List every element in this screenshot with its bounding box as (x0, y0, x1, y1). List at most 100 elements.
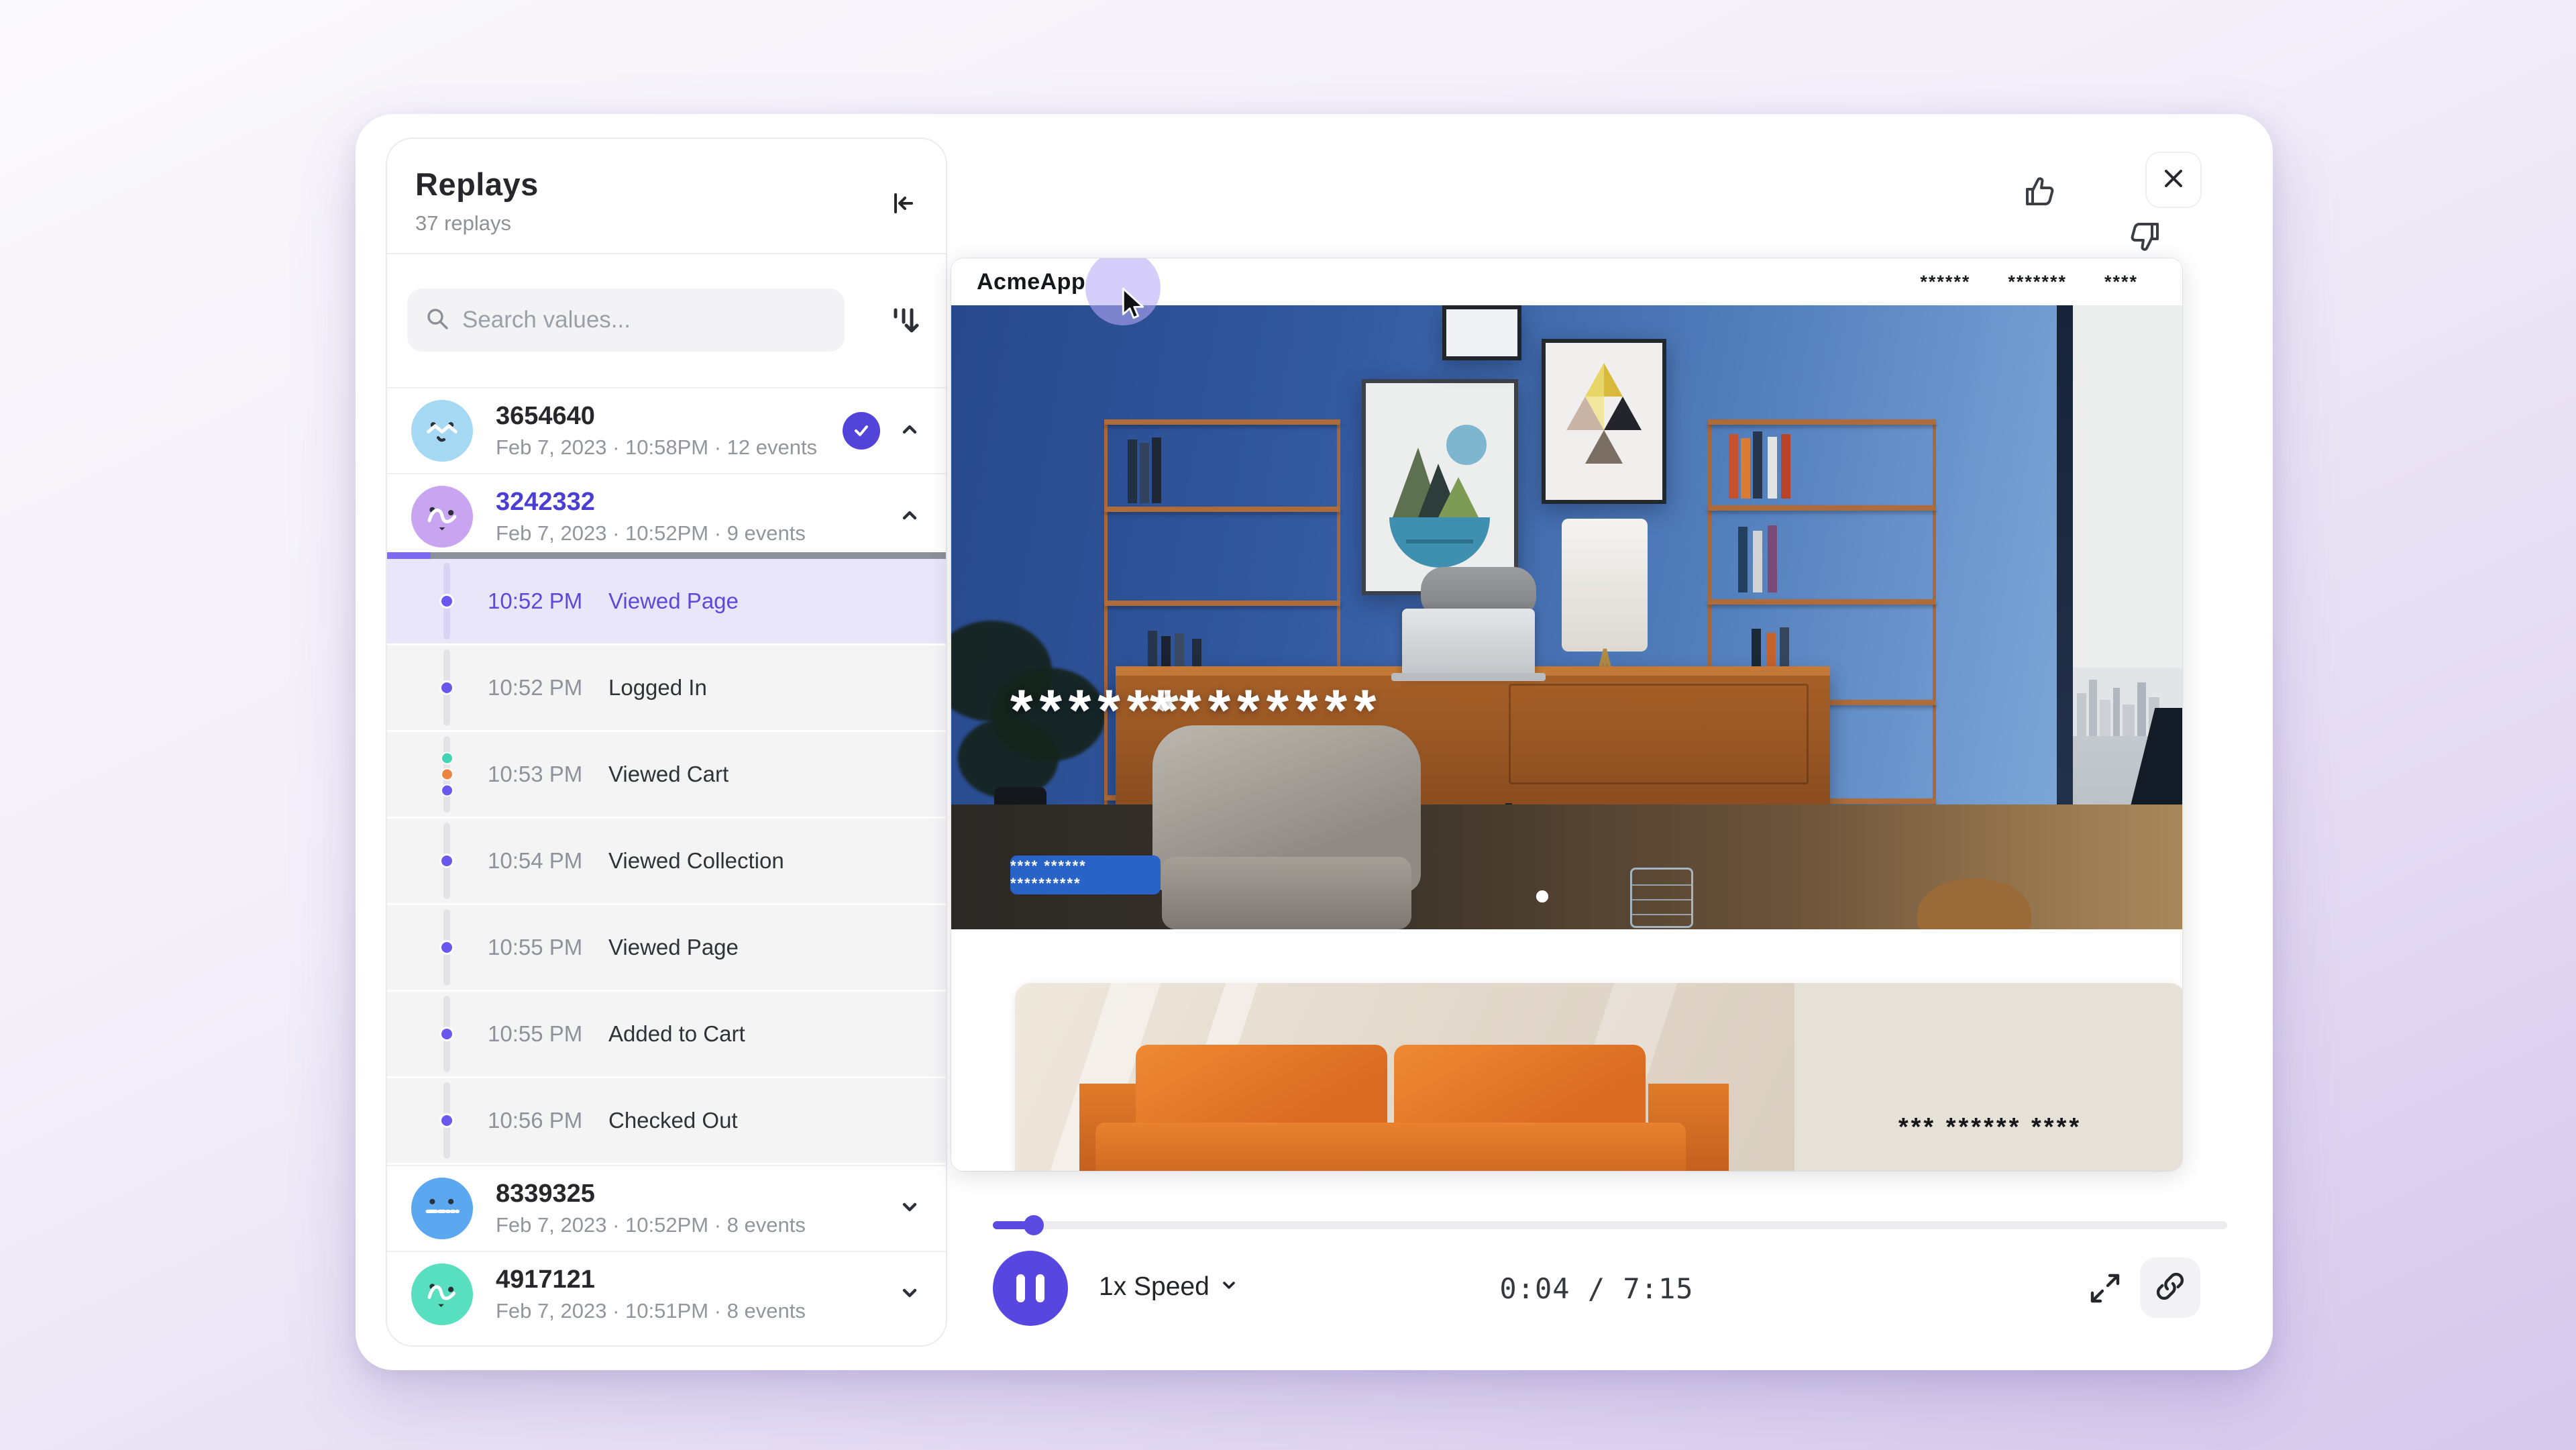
replayed-page-nav: ****** ******* **** (1920, 272, 2138, 293)
hero-masked-line2: **** **** (1010, 673, 1267, 748)
thumbs-up-icon (2021, 203, 2062, 215)
event-label: Viewed Page (608, 935, 739, 960)
replayed-page-viewport: AcmeApp ****** ******* **** (951, 258, 2182, 1171)
chevron-down-icon[interactable] (898, 1195, 922, 1223)
event-time: 10:52 PM (488, 675, 582, 701)
session-meta: Feb 7, 2023 · 10:52PM · 9 events (496, 521, 898, 546)
laptop (1402, 609, 1535, 676)
session-id-active: 3242332 (496, 488, 898, 517)
event-dot (439, 940, 454, 955)
collapse-sidebar-button[interactable] (884, 186, 922, 223)
event-time: 10:53 PM (488, 762, 582, 787)
wire-magazine-rack (1630, 868, 1693, 928)
session-row-4917121[interactable]: 4917121 Feb 7, 2023 · 10:51PM · 8 events (387, 1251, 946, 1337)
chevron-up-icon[interactable] (898, 417, 922, 445)
header-divider (387, 253, 946, 254)
sofa-photo (1015, 983, 1794, 1171)
session-row-8339325[interactable]: 8339325 Feb 7, 2023 · 10:52PM · 8 events (387, 1165, 946, 1251)
event-row[interactable]: 10:56 PM Checked Out (387, 1078, 946, 1163)
avatar (411, 1178, 473, 1239)
replays-sidebar: Replays 37 replays (386, 138, 947, 1347)
event-row[interactable]: 10:52 PM Viewed Page (387, 559, 946, 643)
session-row-3654640[interactable]: 3654640 Feb 7, 2023 · 10:58PM · 12 event… (387, 387, 946, 473)
link-icon (2153, 1270, 2187, 1306)
armchair (1152, 725, 1421, 929)
event-row[interactable]: 10:52 PM Logged In (387, 645, 946, 730)
chevron-up-icon[interactable] (898, 503, 922, 531)
event-dot (439, 1027, 454, 1041)
event-time: 10:54 PM (488, 848, 582, 874)
replay-count: 37 replays (415, 211, 511, 236)
hero-image: ****** ****** **** **** **** ****** ****… (951, 305, 2182, 929)
copy-link-button[interactable] (2140, 1257, 2200, 1318)
laptop-base (1391, 673, 1546, 681)
collapse-panel-icon (888, 188, 918, 222)
event-row[interactable]: 10:54 PM Viewed Collection (387, 819, 946, 903)
event-label: Viewed Page (608, 588, 739, 614)
session-id: 4917121 (496, 1265, 898, 1295)
selected-check-badge[interactable] (843, 412, 880, 450)
search-box (407, 289, 845, 352)
floor-lamp (1562, 519, 1648, 652)
avatar (411, 400, 473, 462)
close-player-button[interactable] (2145, 152, 2202, 208)
event-time: 10:55 PM (488, 1021, 582, 1047)
sort-filter-button[interactable] (884, 300, 927, 343)
event-label: Added to Cart (608, 1021, 745, 1047)
session-meta: Feb 7, 2023 · 10:52PM · 8 events (496, 1213, 898, 1237)
playback-speed-dropdown[interactable]: 1x Speed (1099, 1272, 1239, 1302)
hero-cta-masked-label: **** ****** ********** (1010, 858, 1161, 892)
event-time: 10:52 PM (488, 588, 582, 614)
event-row[interactable]: 10:53 PM Viewed Cart (387, 732, 946, 817)
acmeapp-logo: AcmeApp (977, 269, 1085, 295)
promo-masked-text: *** ****** **** (1898, 1113, 2082, 1142)
hero-cta-button[interactable]: **** ****** ********** (1010, 856, 1161, 894)
session-id: 3654640 (496, 402, 843, 431)
session-id: 8339325 (496, 1180, 898, 1209)
event-timeline: 10:52 PM Viewed Page 10:52 PM Logged In (387, 559, 946, 1163)
session-progress-fill (387, 552, 431, 559)
nav-item-masked: ****** (1920, 272, 1970, 293)
event-dot (439, 594, 454, 609)
event-dot (439, 680, 454, 695)
playback-scrubber[interactable] (993, 1221, 2227, 1229)
event-dot (439, 853, 454, 868)
expand-icon (2087, 1270, 2123, 1310)
chevron-down-icon (1219, 1272, 1239, 1302)
search-input[interactable] (462, 307, 827, 333)
sidebar-title: Replays (415, 166, 539, 203)
session-meta: Feb 7, 2023 · 10:58PM · 12 events (496, 435, 843, 460)
thumbs-up-button[interactable] (2021, 170, 2062, 215)
event-time: 10:55 PM (488, 935, 582, 960)
sofa-seat (1095, 1123, 1686, 1171)
thumbs-down-icon (2081, 207, 2123, 219)
fullscreen-button[interactable] (2085, 1270, 2125, 1310)
promo-card[interactable]: *** ****** **** (1015, 983, 2182, 1171)
carousel-dot[interactable] (1536, 890, 1548, 902)
event-dot-stack (441, 752, 453, 797)
chevron-down-icon[interactable] (898, 1281, 922, 1308)
replayed-page-content: *** ****** **** (951, 929, 2182, 1171)
time-display: 0:04 / 7:15 (1362, 1272, 1831, 1305)
nav-item-masked: **** (2104, 272, 2138, 293)
pause-icon (1016, 1274, 1025, 1302)
event-row[interactable]: 10:55 PM Added to Cart (387, 992, 946, 1076)
speed-label: 1x Speed (1099, 1272, 1210, 1302)
event-dot (439, 1113, 454, 1128)
event-row[interactable]: 10:55 PM Viewed Page (387, 905, 946, 990)
event-time: 10:56 PM (488, 1108, 582, 1133)
poster-mountains (1362, 379, 1518, 595)
thumbs-down-button[interactable] (2081, 174, 2123, 219)
poster-portrait (1442, 305, 1521, 360)
event-label: Checked Out (608, 1108, 738, 1133)
promo-text-panel: *** ****** **** (1794, 983, 2182, 1171)
session-row-3242332[interactable]: 3242332 Feb 7, 2023 · 10:52PM · 9 events (387, 473, 946, 559)
session-meta: Feb 7, 2023 · 10:51PM · 8 events (496, 1299, 898, 1323)
event-label: Viewed Collection (608, 848, 784, 874)
pause-button[interactable] (993, 1251, 1068, 1326)
mouse-cursor-icon (1115, 287, 1148, 326)
scrubber-handle[interactable] (1024, 1215, 1044, 1235)
close-icon (2161, 166, 2186, 195)
avatar (411, 1263, 473, 1325)
sort-descending-icon (888, 302, 924, 342)
